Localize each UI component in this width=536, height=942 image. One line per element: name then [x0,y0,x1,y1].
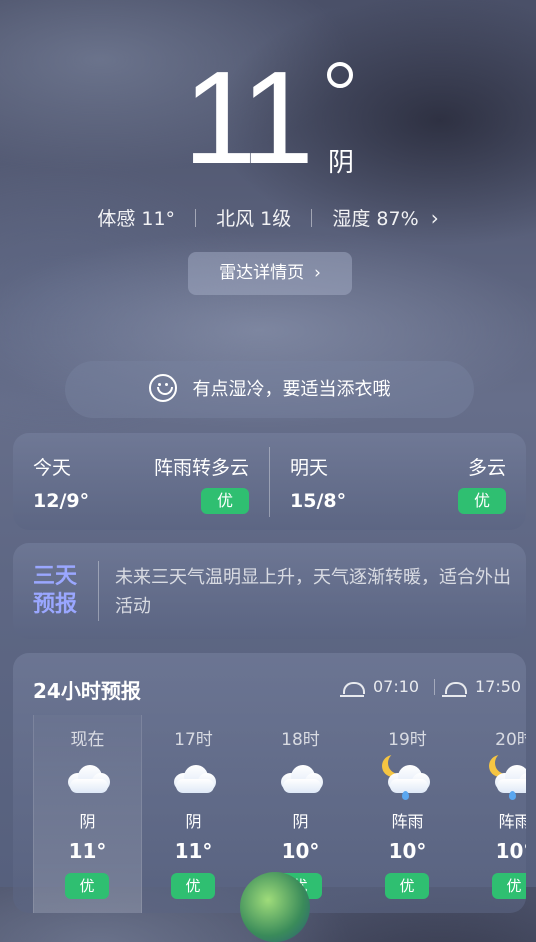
radar-button-label: 雷达详情页 [219,263,305,283]
cloud-icon [170,755,218,797]
three-day-title: 三天预报 [33,564,78,617]
hour-item-now[interactable]: 现在 阴 11° 优 [33,715,142,913]
humidity: 湿度 87% [332,208,419,230]
cloud-icon [64,755,112,797]
three-day-forecast-card[interactable]: 三天预报 未来三天气温明显上升，天气逐渐转暖，适合外出活动 [13,543,526,639]
hour-temp: 11° [68,839,107,863]
weather-tip[interactable]: 有点湿冷，要适当添衣哦 [65,361,474,418]
smile-icon [148,374,177,402]
hourly-title: 24小时预报 [33,679,141,703]
hour-label: 19时 [388,730,427,750]
divider [311,208,313,227]
day-temps: 15/8° [290,490,347,512]
globe-icon[interactable] [240,872,310,942]
aqi-badge: 优 [171,873,215,899]
degree-symbol [327,62,353,88]
aqi-badge: 优 [385,873,429,899]
hour-weather: 阵雨 [498,812,526,831]
aqi-badge: 优 [65,873,109,899]
hour-label: 现在 [70,730,105,750]
hour-label: 20时 [495,730,526,750]
aqi-badge: 优 [492,873,526,899]
radar-details-button[interactable]: 雷达详情页 › [188,252,352,295]
hour-weather: 阴 [292,812,309,831]
tomorrow-panel[interactable]: 明天 多云 15/8° 优 [270,433,526,530]
hour-item[interactable]: 20时 阵雨 10° 优 [461,715,526,913]
hour-label: 18时 [281,730,320,750]
aqi-badge: 优 [201,488,249,514]
day-weather: 多云 [467,457,506,479]
feels-like: 体感 11° [97,208,176,230]
night-shower-icon [384,755,432,800]
hour-temp: 10° [495,839,526,863]
wind: 北风 1级 [216,208,292,230]
two-day-card[interactable]: 今天 阵雨转多云 12/9° 优 明天 多云 15/8° 优 [13,433,526,530]
cloud-icon [277,755,325,797]
day-weather: 阵雨转多云 [153,457,249,479]
hour-temp: 10° [388,839,427,863]
chevron-right-icon: › [314,263,321,283]
day-temps: 12/9° [33,490,90,512]
hour-item[interactable]: 19时 阵雨 10° 优 [354,715,461,913]
divider [98,561,99,621]
hour-temp: 11° [174,839,213,863]
sunrise: 07:10 [340,677,420,697]
today-panel[interactable]: 今天 阵雨转多云 12/9° 优 [13,433,269,530]
sunrise-time: 07:10 [373,677,420,696]
hour-label: 17时 [174,730,213,750]
current-condition: 阴 [328,148,355,178]
divider [434,679,435,695]
day-name: 明天 [290,457,329,479]
sunset-time: 17:50 [475,677,522,696]
sunset-icon [442,681,467,697]
day-name: 今天 [33,457,72,479]
sunset: 17:50 [442,677,522,697]
aqi-badge: 优 [458,488,506,514]
hour-item[interactable]: 17时 阴 11° 优 [140,715,247,913]
current-metrics[interactable]: 体感 11° 北风 1级 湿度 87% › [0,204,536,231]
hour-weather: 阵雨 [391,812,424,831]
night-shower-icon [491,755,526,800]
current-temperature: 11 [183,44,314,191]
three-day-summary: 未来三天气温明显上升，天气逐渐转暖，适合外出活动 [115,567,511,617]
chevron-right-icon: › [430,205,439,230]
tip-text: 有点湿冷，要适当添衣哦 [192,379,391,400]
hour-weather: 阴 [79,812,96,831]
divider [195,208,197,227]
sunrise-icon [340,681,365,697]
hour-weather: 阴 [185,812,202,831]
hour-temp: 10° [281,839,320,863]
